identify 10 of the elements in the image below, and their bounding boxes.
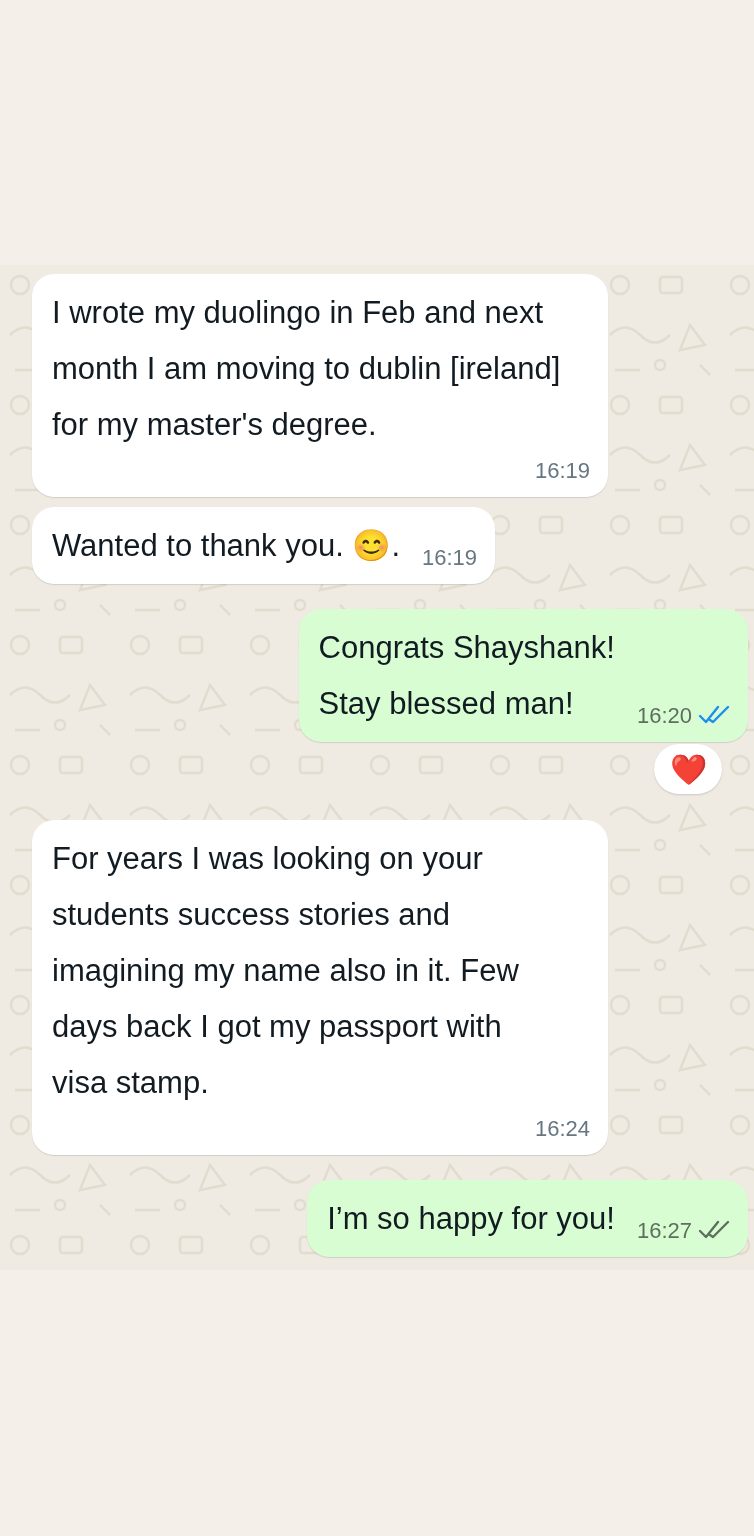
message-time: 16:20 — [636, 701, 692, 730]
message-text: For years I was looking on your students success stories and imagining my name also in it. Few days back I got my passport with visa stamp. — [52, 840, 520, 1102]
message-time: 16:27 — [636, 1216, 692, 1245]
message-text: I’m so happy for you! — [327, 1200, 615, 1238]
message-text: Congrats Shayshank! Stay blessed man! — [318, 629, 615, 723]
message-time: 16:19 — [422, 543, 478, 572]
message-text: Wanted to thank you. 😊. — [52, 527, 401, 565]
message-time: 16:24 — [534, 1114, 590, 1143]
message-text: I wrote my duolingo in Feb and next month I am moving to dublin [ireland] for my master's degree. — [52, 294, 562, 444]
message-time: 16:19 — [534, 456, 590, 485]
